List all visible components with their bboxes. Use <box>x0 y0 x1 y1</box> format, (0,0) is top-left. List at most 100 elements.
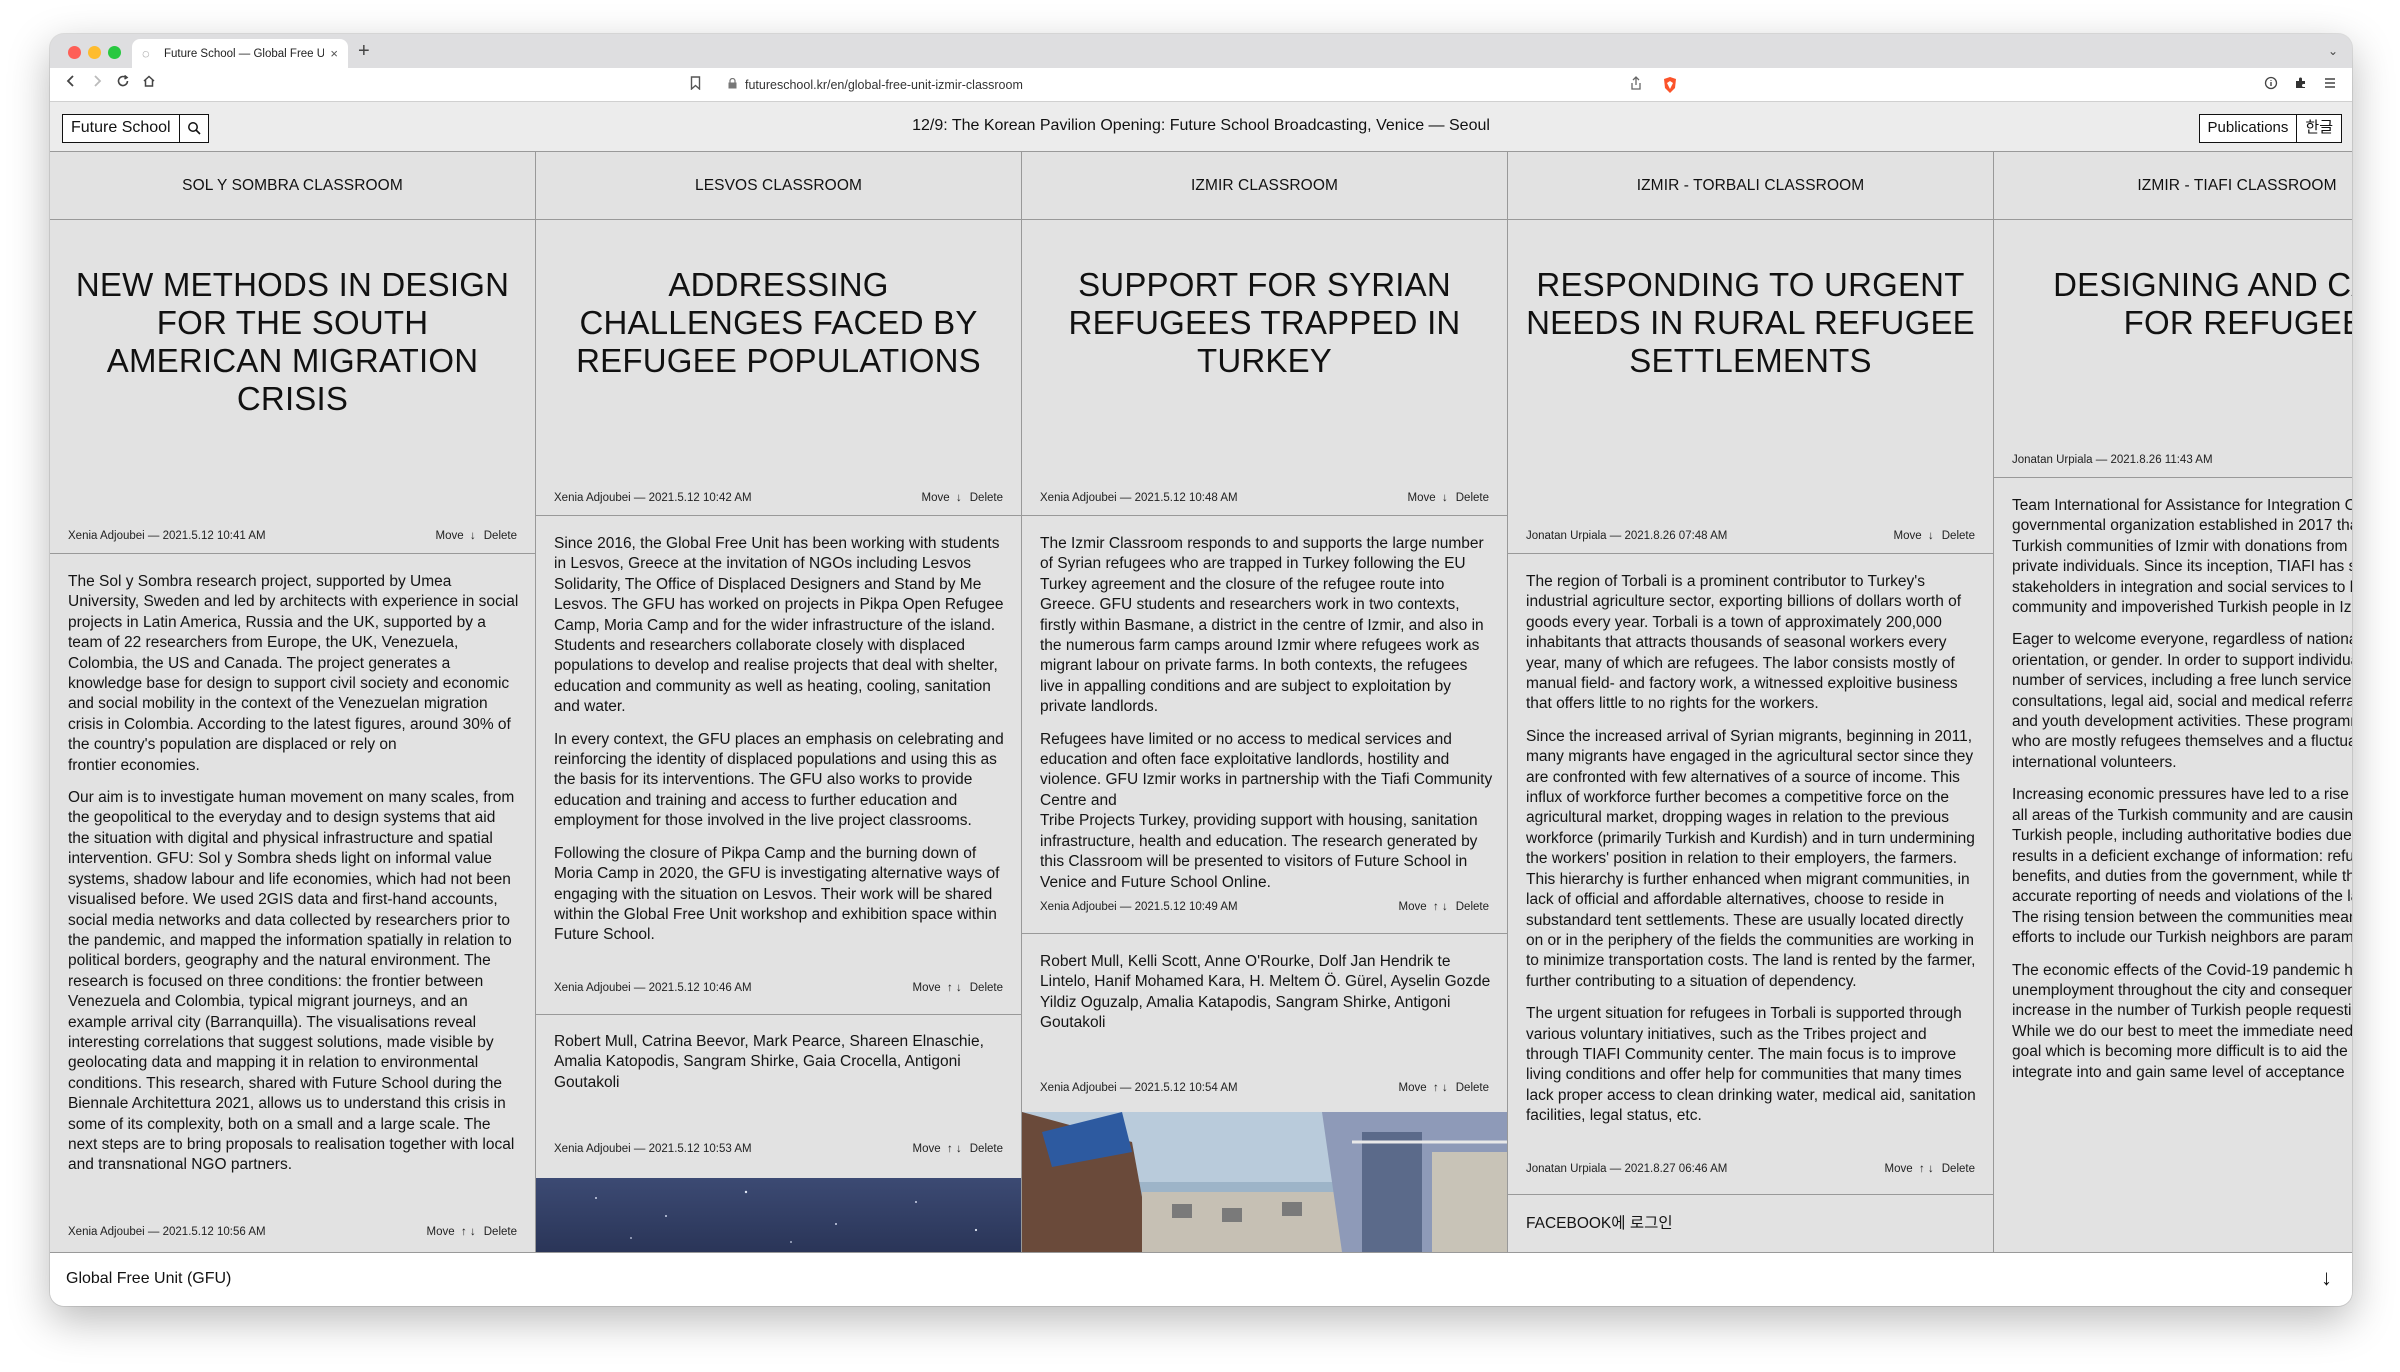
post-meta: Xenia Adjoubei — 2021.5.12 10:46 AM Move… <box>536 976 1021 1000</box>
close-window-button[interactable] <box>68 46 81 59</box>
delete-button[interactable]: Delete <box>484 1226 517 1238</box>
tab-menu-icon[interactable]: ⌄ <box>2328 44 2338 58</box>
column-izmir-torbali: IZMIR - TORBALI CLASSROOM RESPONDING TO … <box>1508 152 1994 1252</box>
paragraph: Refugees have limited or no access to me… <box>1040 730 1493 809</box>
post-author-date: Jonatan Urpiala — 2021.8.26 11:43 AM <box>2012 454 2213 466</box>
divider <box>536 515 1021 516</box>
post-meta: Xenia Adjoubei — 2021.5.12 10:56 AM Move… <box>50 1220 535 1244</box>
browser-toolbar: futureschool.kr/en/global-free-unit-izmi… <box>50 68 2352 102</box>
column-izmir: IZMIR CLASSROOM SUPPORT FOR SYRIAN REFUG… <box>1022 152 1508 1252</box>
divider <box>1022 515 1507 516</box>
delete-button[interactable]: Delete <box>484 530 517 542</box>
column-heading[interactable]: IZMIR CLASSROOM <box>1022 152 1507 220</box>
delete-button[interactable]: Delete <box>970 1143 1003 1155</box>
announcement-link[interactable]: 12/9: The Korean Pavilion Opening: Futur… <box>50 117 2352 135</box>
post-author-date: Xenia Adjoubei — 2021.5.12 10:48 AM <box>1040 492 1238 504</box>
home-icon[interactable] <box>142 74 156 92</box>
night-sky-image[interactable] <box>536 1178 1021 1252</box>
post-meta: Xenia Adjoubei — 2021.5.12 10:49 AM Move… <box>1022 895 1507 919</box>
section-label[interactable]: Global Free Unit (GFU) <box>66 1270 231 1288</box>
move-button[interactable]: Move ↑ ↓ <box>427 1226 476 1238</box>
tab-close-icon[interactable]: × <box>330 46 338 61</box>
facebook-embed[interactable]: FACEBOOK에 로그인 <box>1526 1214 1979 1246</box>
post-title: DESIGNING AND CARING FOR REFUGEES <box>2053 266 2352 341</box>
forward-icon[interactable] <box>90 74 104 92</box>
language-toggle[interactable]: 한글 <box>2296 115 2341 142</box>
izmir-street-image[interactable] <box>1022 1112 1507 1252</box>
credits-text: Robert Mull, Kelli Scott, Anne O'Rourke,… <box>1040 953 1491 1032</box>
bookmark-icon[interactable] <box>690 76 701 93</box>
publications-button[interactable]: Publications <box>2200 115 2297 142</box>
post-author-date: Jonatan Urpiala — 2021.8.27 06:46 AM <box>1526 1163 1728 1175</box>
credits: Robert Mull, Catrina Beevor, Mark Pearce… <box>554 1032 1007 1105</box>
divider <box>1508 553 1993 554</box>
move-button[interactable]: Move ↓ <box>921 492 961 504</box>
new-tab-button[interactable]: + <box>358 40 370 63</box>
loading-icon: ◌ <box>142 45 150 61</box>
zoom-window-button[interactable] <box>108 46 121 59</box>
paragraph: The Izmir Classroom responds to and supp… <box>1040 535 1484 716</box>
post-author-date: Xenia Adjoubei — 2021.5.12 10:56 AM <box>68 1226 266 1238</box>
delete-button[interactable]: Delete <box>970 492 1003 504</box>
delete-button[interactable]: Delete <box>1456 1082 1489 1094</box>
browser-tab[interactable]: ◌ Future School — Global Free Uni × <box>132 39 348 68</box>
credits-text: Robert Mull, Catrina Beevor, Mark Pearce… <box>554 1033 984 1091</box>
facebook-login-text[interactable]: FACEBOOK에 로그인 <box>1526 1214 1979 1234</box>
move-button[interactable]: Move ↑ ↓ <box>913 982 962 994</box>
info-icon[interactable] <box>2264 76 2278 93</box>
post-author-date: Xenia Adjoubei — 2021.5.12 10:46 AM <box>554 982 752 994</box>
paragraph: Since 2016, the Global Free Unit has bee… <box>554 535 1004 716</box>
bottom-bar[interactable]: Global Free Unit (GFU) ↓ <box>50 1252 2352 1306</box>
column-heading[interactable]: SOL Y SOMBRA CLASSROOM <box>50 152 535 220</box>
arrow-down-icon[interactable]: ↓ <box>2321 1265 2332 1291</box>
delete-button[interactable]: Delete <box>1942 1163 1975 1175</box>
paragraph: The urgent situation for refugees in Tor… <box>1526 1005 1976 1125</box>
post-title: RESPONDING TO URGENT NEEDS IN RURAL REFU… <box>1526 266 1975 379</box>
brave-shield-icon[interactable] <box>1662 76 1678 94</box>
paragraph: Since the increased arrival of Syrian mi… <box>1526 727 1976 990</box>
move-button[interactable]: Move ↓ <box>1407 492 1447 504</box>
share-icon[interactable] <box>1630 76 1642 93</box>
delete-button[interactable]: Delete <box>1456 492 1489 504</box>
lock-icon <box>728 77 737 92</box>
column-sol-y-sombra: SOL Y SOMBRA CLASSROOM NEW METHODS IN DE… <box>50 152 536 1252</box>
paragraph: The economic effects of the Covid-19 pan… <box>2012 961 2352 1081</box>
post-body: The region of Torbali is a prominent con… <box>1526 572 1979 1139</box>
move-button[interactable]: Move ↑ ↓ <box>1399 901 1448 913</box>
post-author-date: Xenia Adjoubei — 2021.5.12 10:41 AM <box>68 530 266 542</box>
minimize-window-button[interactable] <box>88 46 101 59</box>
post-body: Since 2016, the Global Free Unit has bee… <box>554 534 1007 958</box>
post-meta: Xenia Adjoubei — 2021.5.12 10:53 AM Move… <box>536 1137 1021 1161</box>
move-button[interactable]: Move ↑ ↓ <box>913 1143 962 1155</box>
column-heading[interactable]: IZMIR - TORBALI CLASSROOM <box>1508 152 1993 220</box>
browser-window: ◌ Future School — Global Free Uni × + ⌄ … <box>50 34 2352 1306</box>
menu-icon[interactable] <box>2324 76 2336 93</box>
delete-button[interactable]: Delete <box>1456 901 1489 913</box>
post-author-date: Jonatan Urpiala — 2021.8.26 07:48 AM <box>1526 530 1728 542</box>
address-bar[interactable]: futureschool.kr/en/global-free-unit-izmi… <box>720 73 1710 97</box>
paragraph: In every context, the GFU places an emph… <box>554 730 1004 830</box>
site-header: Future School 12/9: The Korean Pavilion … <box>50 102 2352 152</box>
delete-button[interactable]: Delete <box>970 982 1003 994</box>
column-heading[interactable]: LESVOS CLASSROOM <box>536 152 1021 220</box>
reload-icon[interactable] <box>116 74 130 92</box>
post-title: ADDRESSING CHALLENGES FACED BY REFUGEE P… <box>576 266 981 379</box>
post-author-date: Xenia Adjoubei — 2021.5.12 10:49 AM <box>1040 901 1238 913</box>
paragraph: Our aim is to investigate human movement… <box>68 789 515 1174</box>
delete-button[interactable]: Delete <box>1942 530 1975 542</box>
back-icon[interactable] <box>64 74 78 92</box>
post-meta: Jonatan Urpiala — 2021.8.26 11:43 AM <box>1994 448 2352 472</box>
move-button[interactable]: Move ↓ <box>435 530 475 542</box>
divider <box>1022 933 1507 934</box>
move-button[interactable]: Move ↓ <box>1893 530 1933 542</box>
extensions-icon[interactable] <box>2294 76 2308 93</box>
tab-title: Future School — Global Free Uni <box>164 47 325 60</box>
move-button[interactable]: Move ↑ ↓ <box>1399 1082 1448 1094</box>
url-text: futureschool.kr/en/global-free-unit-izmi… <box>745 78 1023 92</box>
divider <box>536 1014 1021 1015</box>
post-meta: Xenia Adjoubei — 2021.5.12 10:41 AM Move… <box>50 524 535 548</box>
move-button[interactable]: Move ↑ ↓ <box>1885 1163 1934 1175</box>
post-title: SUPPORT FOR SYRIAN REFUGEES TRAPPED IN T… <box>1068 266 1461 379</box>
column-heading[interactable]: IZMIR - TIAFI CLASSROOM <box>1994 152 2352 220</box>
paragraph: The region of Torbali is a prominent con… <box>1526 573 1962 713</box>
